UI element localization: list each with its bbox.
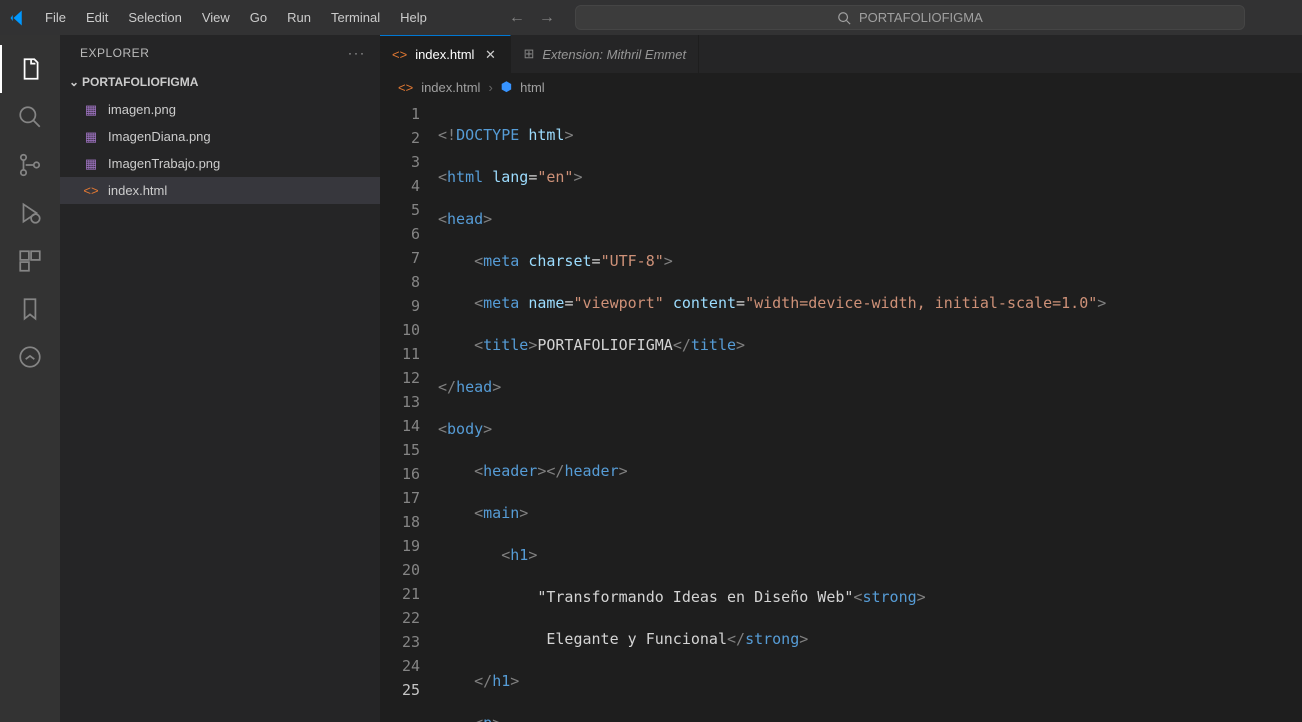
tab-index-html[interactable]: <> index.html ✕ (380, 35, 511, 73)
nav-forward-icon[interactable]: → (539, 9, 555, 27)
file-item[interactable]: ▦ImagenTrabajo.png (60, 150, 380, 177)
line-gutter: 1234567891011121314151617181920212223242… (380, 101, 438, 722)
image-file-icon: ▦ (82, 129, 100, 145)
explorer-title: EXPLORER (80, 46, 149, 60)
activity-debug-icon[interactable] (0, 189, 60, 237)
breadcrumb[interactable]: html (520, 80, 545, 95)
menu-run[interactable]: Run (277, 0, 321, 35)
activity-explorer-icon[interactable] (0, 45, 60, 93)
close-icon[interactable]: ✕ (482, 47, 498, 63)
nav-back-icon[interactable]: ← (509, 9, 525, 27)
tab-extension[interactable]: ⊞ Extension: Mithril Emmet (511, 35, 699, 73)
code-editor[interactable]: 1234567891011121314151617181920212223242… (380, 101, 1302, 722)
html-file-icon: <> (398, 80, 413, 95)
command-center[interactable]: PORTAFOLIOFIGMA (575, 5, 1245, 30)
menubar: File Edit Selection View Go Run Terminal… (35, 0, 437, 35)
menu-view[interactable]: View (192, 0, 240, 35)
chevron-down-icon: ⌄ (66, 75, 82, 89)
file-item[interactable]: <>index.html (60, 177, 380, 204)
menu-file[interactable]: File (35, 0, 76, 35)
activity-remote-icon[interactable] (0, 333, 60, 381)
image-file-icon: ▦ (82, 102, 100, 118)
menu-terminal[interactable]: Terminal (321, 0, 390, 35)
vscode-logo-icon (0, 9, 35, 27)
activity-scm-icon[interactable] (0, 141, 60, 189)
search-text: PORTAFOLIOFIGMA (859, 10, 983, 25)
file-item[interactable]: ▦ImagenDiana.png (60, 123, 380, 150)
html-file-icon: <> (392, 47, 407, 62)
menu-help[interactable]: Help (390, 0, 437, 35)
explorer-more-icon[interactable]: ··· (348, 46, 366, 60)
menu-selection[interactable]: Selection (118, 0, 191, 35)
menu-go[interactable]: Go (240, 0, 277, 35)
breadcrumb[interactable]: index.html (421, 80, 480, 95)
html-file-icon: <> (82, 183, 100, 198)
activity-extensions-icon[interactable] (0, 237, 60, 285)
search-icon (837, 10, 851, 26)
chevron-right-icon: › (488, 80, 492, 95)
extension-icon: ⊞ (523, 46, 534, 62)
image-file-icon: ▦ (82, 156, 100, 172)
activity-bookmark-icon[interactable] (0, 285, 60, 333)
symbol-icon: ⬢ (501, 79, 512, 95)
folder-header[interactable]: ⌄ PORTAFOLIOFIGMA (60, 70, 380, 94)
activity-search-icon[interactable] (0, 93, 60, 141)
file-item[interactable]: ▦imagen.png (60, 96, 380, 123)
menu-edit[interactable]: Edit (76, 0, 118, 35)
code-content[interactable]: <!DOCTYPE html> <html lang="en"> <head> … (438, 101, 1302, 722)
